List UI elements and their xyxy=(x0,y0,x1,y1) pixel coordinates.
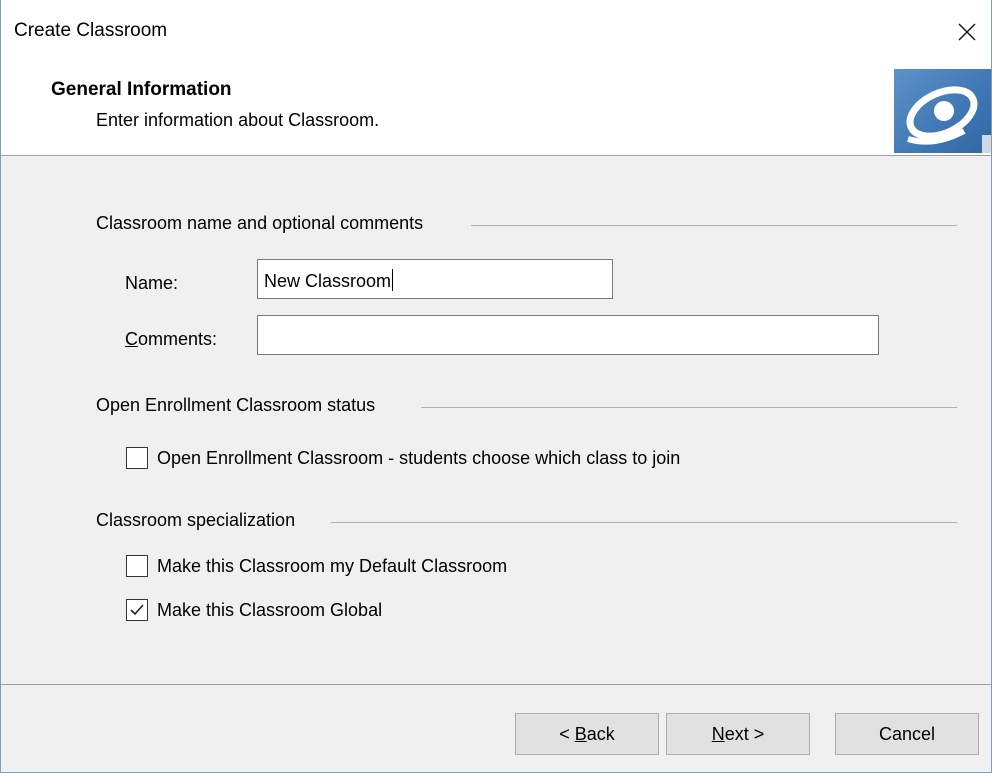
eye-logo-icon xyxy=(894,69,991,153)
header-subtitle: Enter information about Classroom. xyxy=(96,110,380,130)
header-title: General Information xyxy=(51,79,232,100)
group-specialization: Classroom specialization xyxy=(96,510,306,531)
next-button[interactable]: Next > xyxy=(666,713,810,755)
group-divider xyxy=(421,407,957,408)
footer-divider xyxy=(1,684,991,685)
back-button-accelerator: B xyxy=(574,723,587,744)
default-classroom-checkbox-row[interactable]: Make this Classroom my Default Classroom xyxy=(126,555,507,577)
default-classroom-label: Make this Classroom my Default Classroom xyxy=(157,555,508,576)
next-button-label: ext > xyxy=(724,723,765,744)
window-title: Create Classroom xyxy=(14,20,168,41)
close-icon xyxy=(958,23,976,41)
open-enrollment-checkbox-row[interactable]: Open Enrollment Classroom - students cho… xyxy=(126,447,680,469)
name-label: Name: xyxy=(125,273,179,293)
open-enrollment-checkbox[interactable] xyxy=(126,447,148,469)
title-bar: Create Classroom xyxy=(1,0,991,66)
default-classroom-checkbox[interactable] xyxy=(126,555,148,577)
cancel-button[interactable]: Cancel xyxy=(835,713,979,755)
name-input[interactable]: New Classroom xyxy=(257,259,613,299)
name-input-value: New Classroom xyxy=(264,271,392,291)
global-classroom-label: Make this Classroom Global xyxy=(157,599,383,620)
next-button-accelerator: N xyxy=(711,723,725,744)
group-divider xyxy=(331,522,957,523)
group-divider xyxy=(471,225,957,226)
open-enrollment-label: Open Enrollment Classroom - students cho… xyxy=(157,447,681,468)
comments-label-accelerator: C xyxy=(125,329,138,349)
group-open-enrollment: Open Enrollment Classroom status xyxy=(96,395,386,416)
group-name-comments: Classroom name and optional comments xyxy=(96,213,434,234)
wizard-content: Classroom name and optional comments Nam… xyxy=(1,157,991,683)
global-classroom-checkbox-row[interactable]: Make this Classroom Global xyxy=(126,599,382,621)
back-button[interactable]: < Back xyxy=(515,713,659,755)
wizard-header: General Information Enter information ab… xyxy=(1,66,991,156)
back-button-label: ack xyxy=(586,723,615,744)
comments-input[interactable] xyxy=(257,315,879,355)
checkmark-icon xyxy=(130,604,144,616)
text-caret xyxy=(392,269,394,291)
global-classroom-checkbox[interactable] xyxy=(126,599,148,621)
close-button[interactable] xyxy=(943,12,991,52)
comments-label: Comments: xyxy=(125,329,217,350)
comments-label-text: omments: xyxy=(138,329,218,349)
create-classroom-dialog: Create Classroom General Information Ent… xyxy=(0,0,992,773)
back-button-prefix: < xyxy=(559,723,575,744)
